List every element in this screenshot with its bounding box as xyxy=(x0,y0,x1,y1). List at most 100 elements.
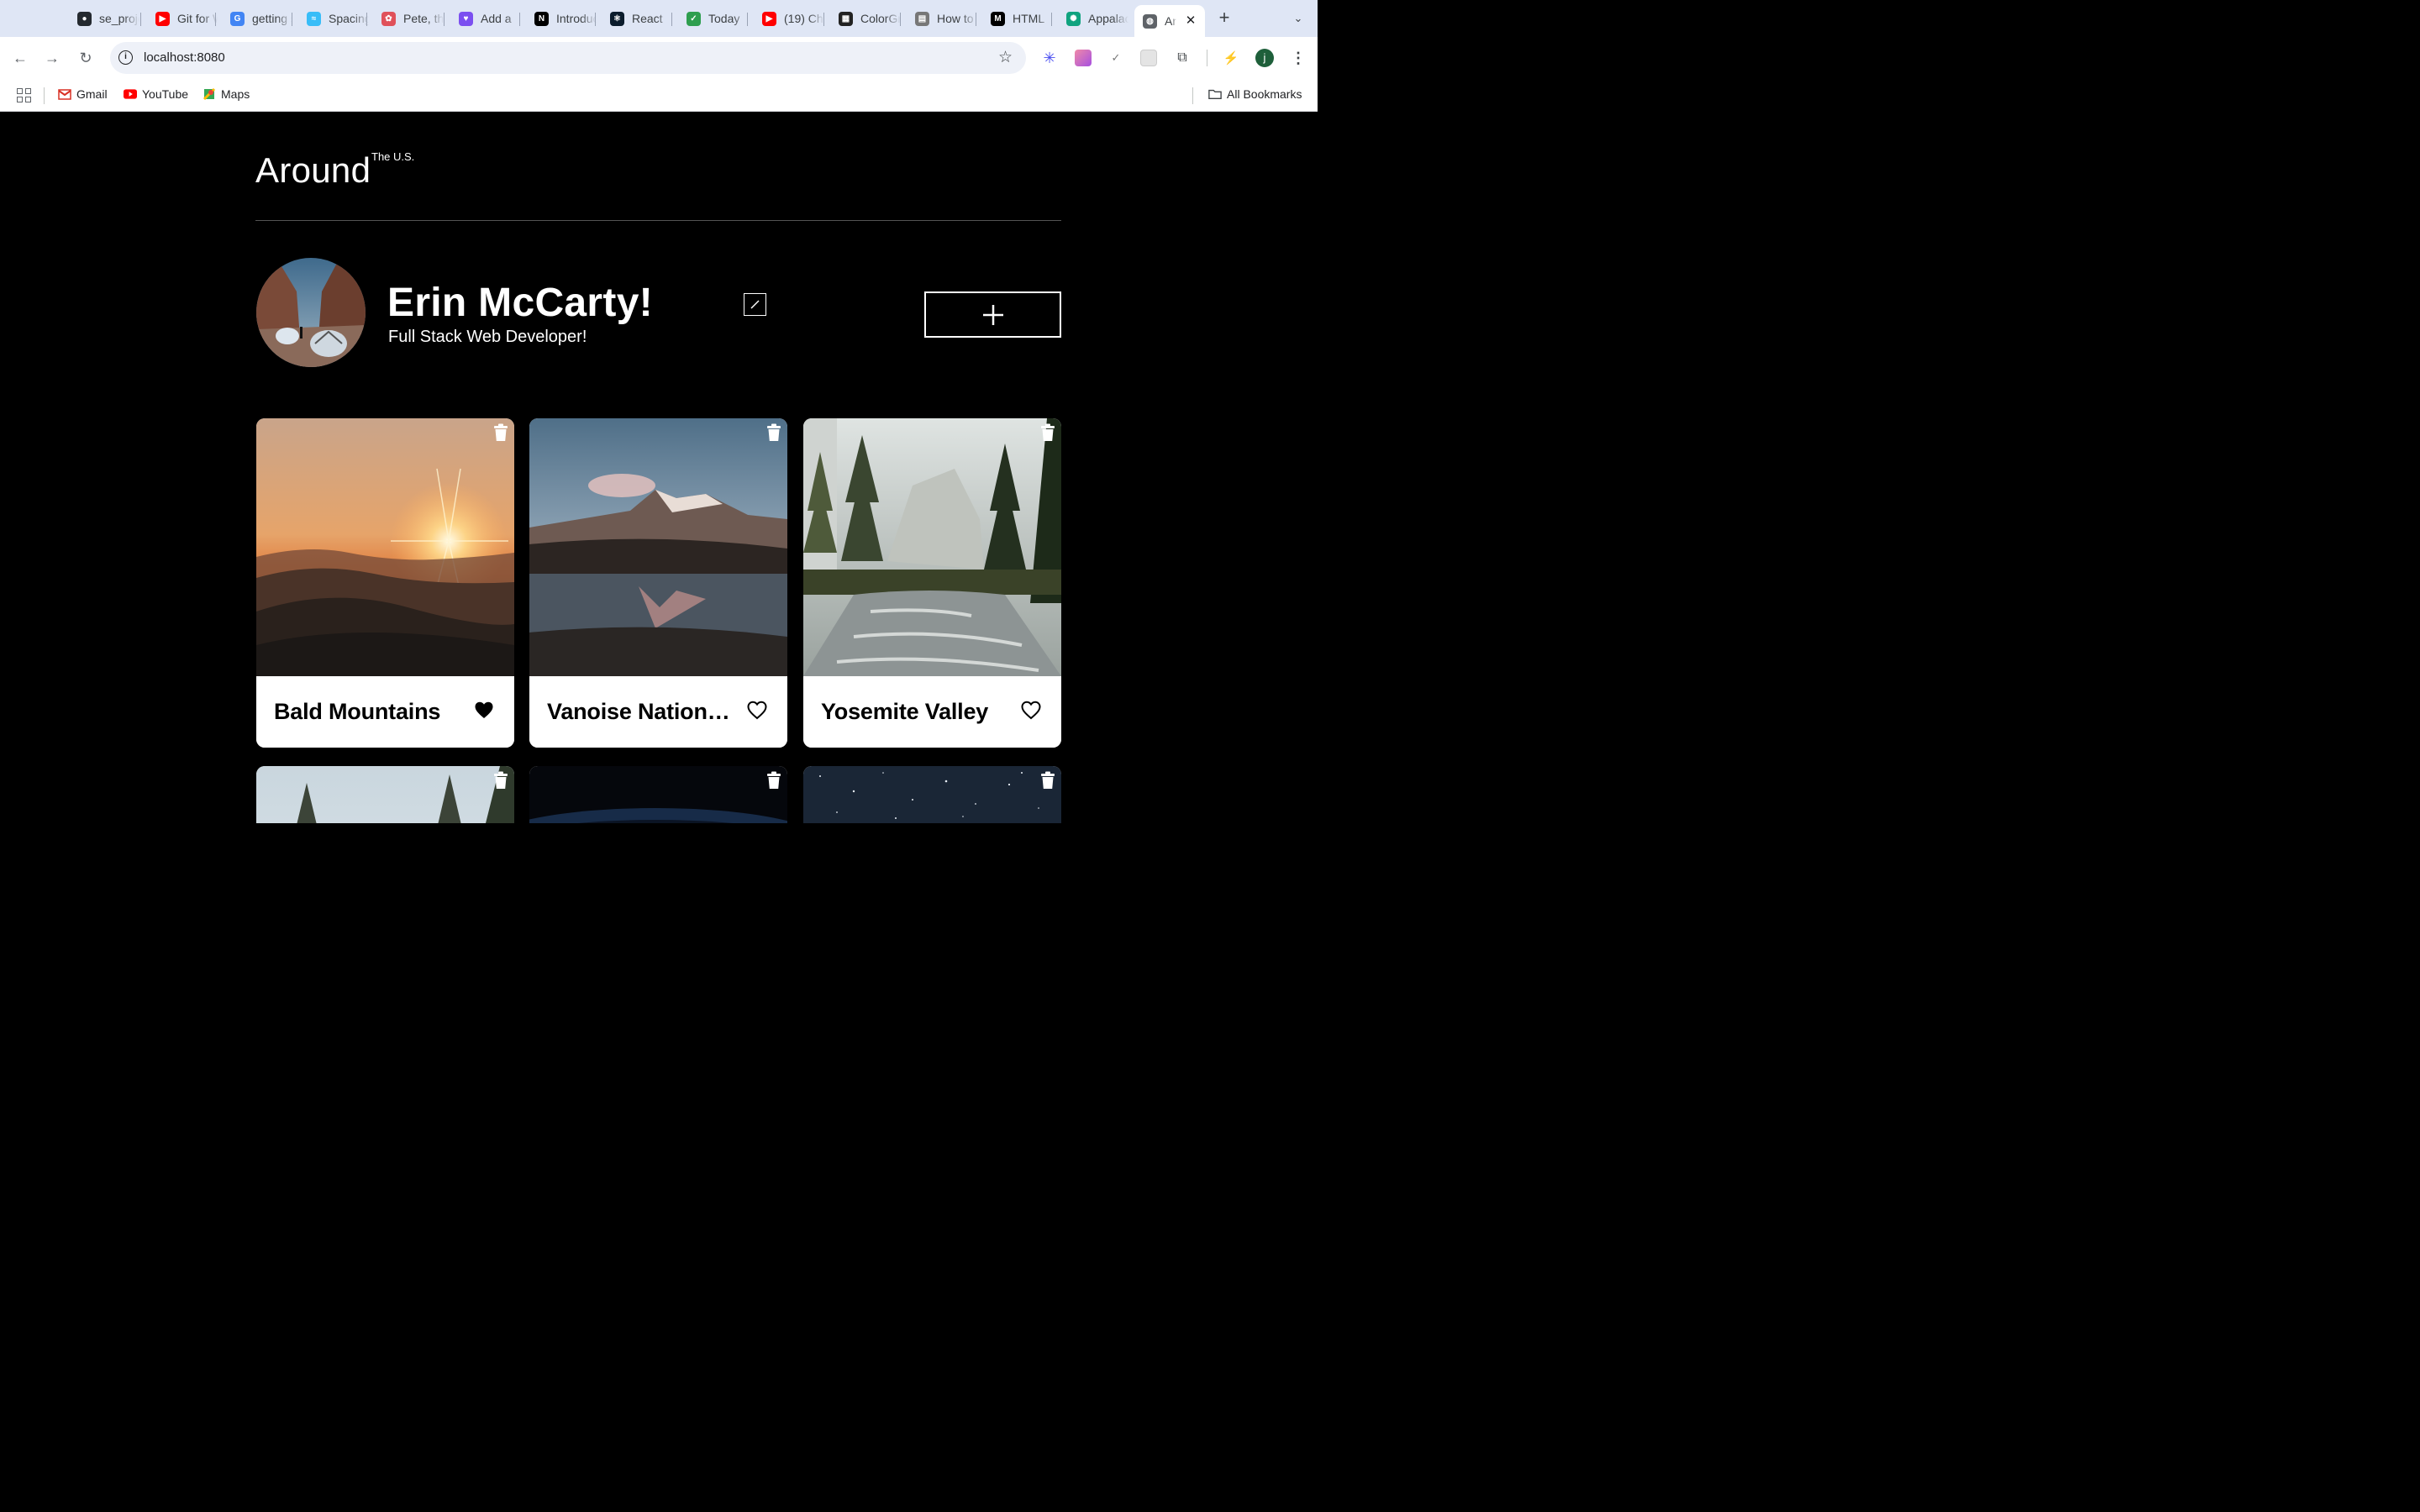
card-image[interactable] xyxy=(256,766,514,823)
extension-grid-icon[interactable] xyxy=(1140,50,1157,66)
tab-divider xyxy=(671,13,672,26)
bookmark-maps[interactable]: Maps xyxy=(203,87,250,101)
tab-divider xyxy=(140,13,141,26)
around-page: Around The U.S. Erin McCarty! Full Stack… xyxy=(0,112,1318,823)
card-image[interactable] xyxy=(256,418,514,676)
card-image[interactable] xyxy=(803,418,1061,676)
extension-check-icon[interactable]: ✓ xyxy=(1107,50,1124,66)
profile-avatar[interactable]: j xyxy=(1255,49,1274,67)
logo-superscript: The U.S. xyxy=(371,150,415,163)
back-icon[interactable]: ← xyxy=(10,48,30,68)
forward-icon[interactable]: → xyxy=(42,48,62,68)
reload-icon[interactable]: ↻ xyxy=(76,48,96,68)
site-info-icon[interactable]: i xyxy=(118,50,133,65)
browser-tab[interactable]: M HTML xyxy=(982,7,1053,30)
browser-tab[interactable]: ✓ Today xyxy=(678,7,749,30)
tab-title: Introduction xyxy=(556,12,597,25)
trash-icon[interactable] xyxy=(765,771,782,790)
tab-divider xyxy=(366,13,367,26)
performance-icon[interactable]: ⚡ xyxy=(1223,50,1239,66)
tab-title: Appalachian xyxy=(1088,12,1128,25)
gmail-icon xyxy=(58,87,71,101)
bookmark-gmail[interactable]: Gmail xyxy=(58,87,108,101)
extension-asterisk-icon[interactable]: ✳ xyxy=(1041,50,1058,66)
trash-icon[interactable] xyxy=(765,423,782,442)
pencil-icon xyxy=(750,300,760,309)
maps-icon xyxy=(203,87,216,101)
place-card xyxy=(803,766,1061,823)
tab-title: HTML xyxy=(1013,12,1045,25)
extension-gradient-icon[interactable] xyxy=(1075,50,1092,66)
profile-avatar-image[interactable] xyxy=(256,258,366,367)
trash-icon[interactable] xyxy=(1039,423,1056,442)
heart-chat-icon: ♥ xyxy=(459,11,473,26)
tab-title: How to xyxy=(937,12,974,25)
medium-icon: M xyxy=(991,11,1005,26)
browser-tabstrip: ● se_project ▶ Git for Windows Ggetting star… xyxy=(0,0,1318,37)
youtube-icon: ▶ xyxy=(762,11,776,26)
browser-tab[interactable]: ◍ Around ✕ xyxy=(1134,5,1205,37)
browser-menu-icon[interactable]: ⋮ xyxy=(1291,48,1306,68)
browser-tab[interactable]: Ggetting started xyxy=(222,7,292,30)
all-bookmarks-label: All Bookmarks xyxy=(1227,87,1302,101)
browser-tab[interactable]: ⚛ React xyxy=(602,7,672,30)
tab-divider xyxy=(595,13,596,26)
card-caption: Bald Mountains xyxy=(256,676,514,748)
trash-icon[interactable] xyxy=(492,423,509,442)
card-image[interactable] xyxy=(529,418,787,676)
card-caption: Yosemite Valley xyxy=(803,676,1061,748)
heart-outline-icon[interactable] xyxy=(747,701,767,721)
tab-divider xyxy=(823,13,824,26)
tab-divider xyxy=(747,13,748,26)
tab-title: Git for Windows xyxy=(177,12,218,25)
trash-icon[interactable] xyxy=(1039,771,1056,790)
browser-tab[interactable]: ▤ How to xyxy=(907,7,977,30)
tab-title: Pete, the xyxy=(403,12,444,25)
profile-name: Erin McCarty! xyxy=(387,281,653,325)
browser-tab[interactable]: ● se_project xyxy=(69,7,139,30)
youtube-icon: ▶ xyxy=(155,11,170,26)
bookmark-star-icon[interactable]: ☆ xyxy=(998,48,1013,67)
extensions-puzzle-icon[interactable]: ⧉ xyxy=(1174,50,1191,66)
browser-tab[interactable]: ▦ ColorGrid xyxy=(830,7,901,30)
youtube-icon xyxy=(124,87,137,101)
browser-tab[interactable]: N Introduction xyxy=(526,7,597,30)
new-tab-button[interactable]: + xyxy=(1215,8,1234,27)
browser-tab[interactable]: ▶ Git for Windows xyxy=(147,7,218,30)
chatgpt-icon: ✺ xyxy=(1066,11,1081,26)
browser-tab[interactable]: ✺ Appalachian xyxy=(1058,7,1128,30)
bookmarks-divider xyxy=(44,87,45,104)
browser-tab[interactable]: ▶ (19) Channel xyxy=(754,7,824,30)
bookmark-youtube[interactable]: YouTube xyxy=(124,87,188,101)
add-card-button[interactable] xyxy=(924,291,1061,338)
tab-title: React xyxy=(632,12,663,25)
heart-filled-icon[interactable] xyxy=(474,701,494,721)
todo-check-icon: ✓ xyxy=(687,11,701,26)
nextjs-icon: N xyxy=(534,11,549,26)
browser-tab[interactable]: ♥ Add a xyxy=(450,7,521,30)
card-image[interactable] xyxy=(529,766,787,823)
heart-outline-icon[interactable] xyxy=(1021,701,1041,721)
address-bar[interactable]: i localhost:8080 ☆ xyxy=(110,42,1026,74)
header-divider xyxy=(255,220,1061,221)
google-icon: G xyxy=(230,11,245,26)
tab-title: Around xyxy=(1165,14,1176,28)
folder-icon xyxy=(1208,87,1222,101)
tab-search-button[interactable]: ⌄ xyxy=(1287,9,1309,28)
tab-divider xyxy=(444,13,445,26)
card-image[interactable] xyxy=(803,766,1061,823)
browser-toolbar: ← → ↻ i localhost:8080 ☆ ✳ ✓ ⧉ ⚡ j ⋮ xyxy=(0,37,1318,79)
apps-grid-icon[interactable] xyxy=(17,88,31,102)
trash-icon[interactable] xyxy=(492,771,509,790)
tab-divider xyxy=(1051,13,1052,26)
place-card: Bald Mountains xyxy=(256,418,514,748)
browser-tab[interactable]: ✿ Pete, the xyxy=(373,7,444,30)
url-text[interactable]: localhost:8080 xyxy=(144,50,225,65)
tab-divider xyxy=(215,13,216,26)
browser-tab[interactable]: ≈ Spacing xyxy=(298,7,369,30)
edit-profile-button[interactable] xyxy=(744,293,766,316)
all-bookmarks-button[interactable]: All Bookmarks xyxy=(1208,87,1302,101)
bookmark-label: Gmail xyxy=(76,87,108,101)
bookmarks-bar: Gmail YouTube Maps All Bookmarks xyxy=(0,79,1318,112)
close-tab-icon[interactable]: ✕ xyxy=(1183,13,1198,29)
